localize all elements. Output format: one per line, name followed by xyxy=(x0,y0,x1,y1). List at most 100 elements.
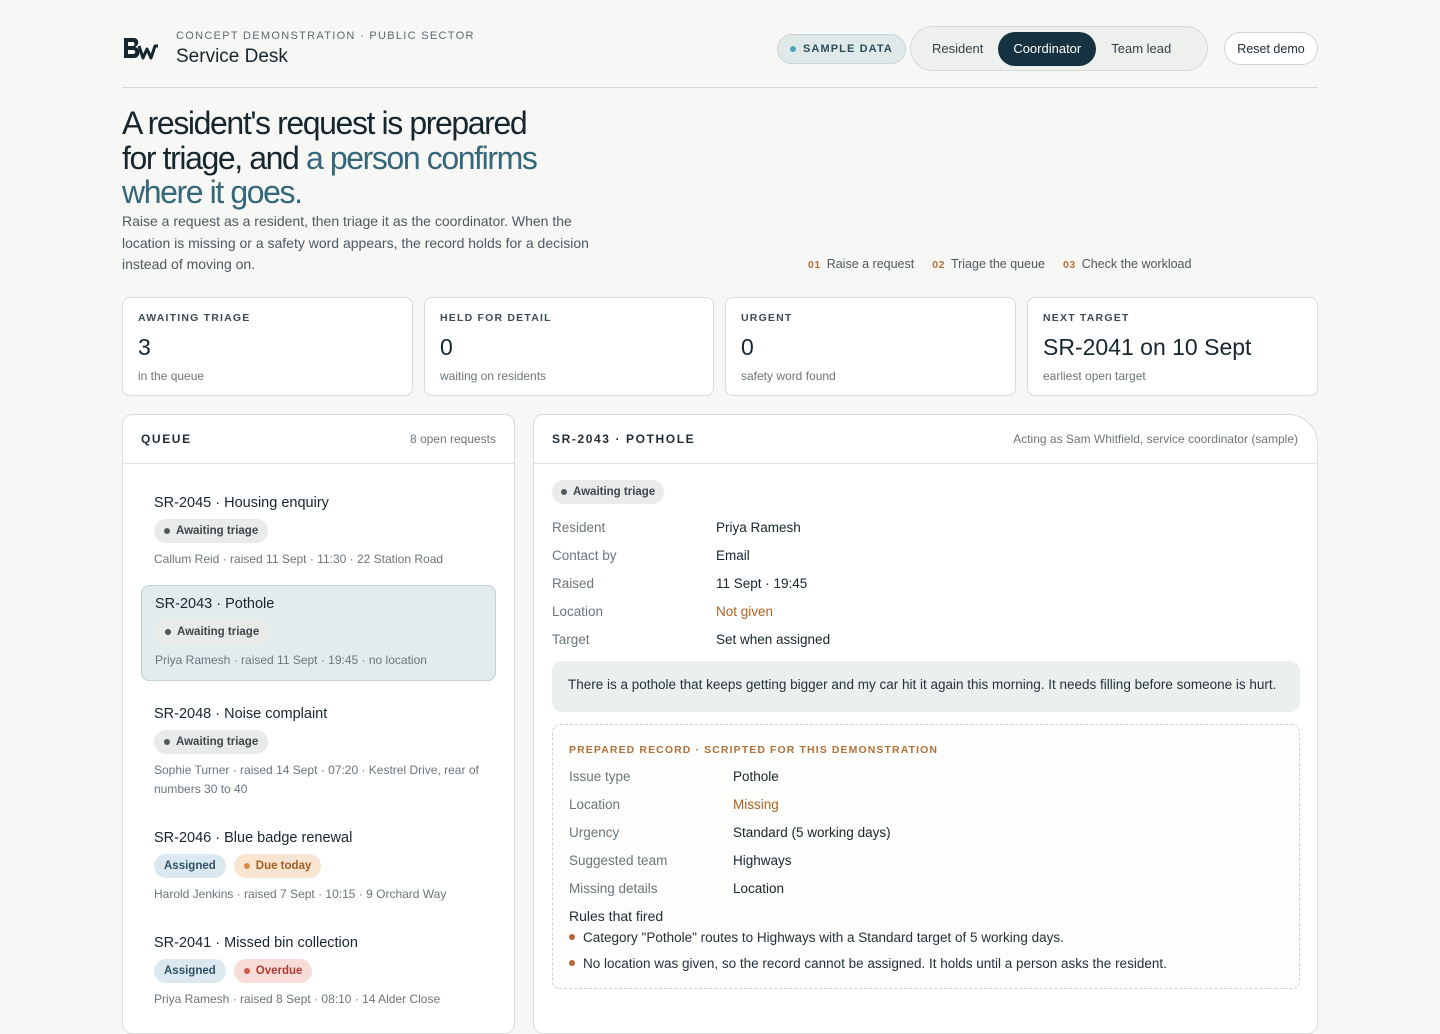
role-coordinator-button[interactable]: Coordinator xyxy=(998,31,1097,66)
field-value: 11 Sept · 19:45 xyxy=(716,575,808,591)
step-label: Triage the queue xyxy=(950,257,1045,271)
stat-value: 0 xyxy=(741,334,754,360)
field-missing-details: Missing details Location xyxy=(569,874,1283,902)
step-triage-queue[interactable]: 02 Triage the queue xyxy=(932,257,1045,271)
request-fields: Resident Priya Ramesh Contact by Email Rai… xyxy=(552,513,1300,653)
field-label: Raised xyxy=(552,575,595,591)
role-switcher: Resident Coordinator Team lead xyxy=(910,26,1208,71)
field-target: Target Set when assigned xyxy=(552,625,1300,653)
status-dot-icon xyxy=(164,739,170,745)
field-value: Location xyxy=(733,880,785,896)
rules-title: Rules that fired xyxy=(569,908,664,924)
step-raise-request[interactable]: 01 Raise a request xyxy=(808,257,914,271)
stat-urgent: URGENT 0 safety word found xyxy=(725,297,1016,396)
field-value: Pothole xyxy=(733,768,779,784)
field-label: Location xyxy=(552,603,604,619)
bullet-icon xyxy=(569,960,575,966)
queue-item-sr-2043[interactable]: SR-2043 · Pothole Awaiting triage Priya … xyxy=(141,585,496,681)
step-check-workload[interactable]: 03 Check the workload xyxy=(1063,257,1191,271)
field-value: Standard (5 working days) xyxy=(733,824,891,840)
queue-item-sr-2041[interactable]: SR-2041 · Missed bin collection Assigned… xyxy=(141,925,496,1019)
stat-label: NEXT TARGET xyxy=(1043,312,1130,324)
app-header: CONCEPT DEMONSTRATION · PUBLIC SECTOR Se… xyxy=(122,0,1318,88)
queue-item-title: SR-2043 · Pothole xyxy=(155,596,275,612)
queue-title: QUEUE xyxy=(141,432,192,446)
field-label: Contact by xyxy=(552,547,617,563)
sample-data-badge: SAMPLE DATA xyxy=(777,34,906,64)
stat-value: 3 xyxy=(138,334,151,360)
badge-label: Due today xyxy=(255,860,312,872)
field-label: Issue type xyxy=(569,768,631,784)
status-badge: Awaiting triage xyxy=(155,620,270,644)
status-dot-icon xyxy=(243,863,250,869)
step-number: 02 xyxy=(932,259,945,271)
status-dot-icon xyxy=(165,629,171,635)
due-today-badge: Due today xyxy=(233,854,322,878)
status-badge: Awaiting triage xyxy=(154,519,269,543)
badge-label: Assigned xyxy=(164,965,216,977)
stat-label: URGENT xyxy=(741,312,793,324)
queue-item-title: SR-2046 · Blue badge renewal xyxy=(154,830,353,846)
badge-label: Awaiting triage xyxy=(573,486,656,498)
status-dot-icon xyxy=(164,528,170,534)
rule-text: No location was given, so the record can… xyxy=(583,955,1167,971)
detail-title: SR-2043 · POTHOLE xyxy=(552,432,696,446)
bullet-icon xyxy=(569,934,575,940)
rule-item: Category "Pothole" routes to Highways wi… xyxy=(569,924,1283,950)
stat-sub: waiting on residents xyxy=(440,369,547,383)
queue-item-sr-2045[interactable]: SR-2045 · Housing enquiry Awaiting triag… xyxy=(141,485,496,579)
stat-awaiting-triage: AWAITING TRIAGE 3 in the queue xyxy=(122,297,413,396)
stat-next-target: NEXT TARGET SR-2041 on 10 Sept earliest … xyxy=(1027,297,1318,396)
role-team-lead-button[interactable]: Team lead xyxy=(1096,32,1186,66)
stat-label: AWAITING TRIAGE xyxy=(138,312,251,324)
request-detail-panel: SR-2043 · POTHOLE Acting as Sam Whitfiel… xyxy=(533,414,1318,1034)
badge-label: Awaiting triage xyxy=(176,736,259,748)
field-resident: Resident Priya Ramesh xyxy=(552,513,1300,541)
badge-label: Awaiting triage xyxy=(176,525,259,537)
status-dot-icon xyxy=(790,46,796,52)
queue-item-meta: Sophie Turner · raised 14 Sept · 07:20 ·… xyxy=(154,763,479,796)
field-issue-type: Issue type Pothole xyxy=(569,762,1283,790)
stat-held-for-detail: HELD FOR DETAIL 0 waiting on residents xyxy=(424,297,714,396)
field-label: Resident xyxy=(552,519,606,535)
assigned-badge: Assigned xyxy=(154,959,226,983)
app-title: Service Desk xyxy=(176,46,288,67)
prepared-record-heading: PREPARED RECORD · SCRIPTED FOR THIS DEMO… xyxy=(569,744,939,756)
field-value: Set when assigned xyxy=(716,631,831,647)
badge-label: Overdue xyxy=(255,965,303,977)
queue-item-sr-2048[interactable]: SR-2048 · Noise complaint Awaiting triag… xyxy=(141,696,496,809)
field-suggested-team: Suggested team Highways xyxy=(569,846,1283,874)
bw-logo xyxy=(124,38,158,60)
badge-label: Assigned xyxy=(164,860,216,872)
role-resident-button[interactable]: Resident xyxy=(917,32,998,66)
queue-item-title: SR-2048 · Noise complaint xyxy=(154,706,328,722)
field-value: Email xyxy=(716,547,750,563)
field-raised: Raised 11 Sept · 19:45 xyxy=(552,569,1300,597)
stat-label: HELD FOR DETAIL xyxy=(440,312,552,324)
queue-count: 8 open requests xyxy=(409,432,496,446)
stat-value: SR-2041 on 10 Sept xyxy=(1043,334,1252,360)
queue-item-sr-2046[interactable]: SR-2046 · Blue badge renewal Assigned Du… xyxy=(141,820,496,914)
field-label: Location xyxy=(569,796,621,812)
field-value: Highways xyxy=(733,852,792,868)
step-label: Check the workload xyxy=(1081,257,1192,271)
badge-label: Awaiting triage xyxy=(177,626,260,638)
queue-item-meta: Harold Jenkins · raised 7 Sept · 10:15 ·… xyxy=(154,887,447,901)
rule-text: Category "Pothole" routes to Highways wi… xyxy=(583,929,1064,945)
steps-nav: 01 Raise a request 02 Triage the queue 03 C… xyxy=(808,257,1191,271)
hero-description: Raise a request as a resident, then tria… xyxy=(122,213,589,272)
step-number: 01 xyxy=(808,259,821,271)
overdue-badge: Overdue xyxy=(233,959,313,983)
field-location: Location Not given xyxy=(552,597,1300,625)
hero-title: A resident's request is prepared for tri… xyxy=(122,106,562,210)
step-label: Raise a request xyxy=(826,257,915,271)
queue-item-title: SR-2045 · Housing enquiry xyxy=(154,495,329,511)
prepared-record: PREPARED RECORD · SCRIPTED FOR THIS DEMO… xyxy=(552,724,1300,989)
reset-demo-button[interactable]: Reset demo xyxy=(1224,32,1318,65)
queue-panel: QUEUE 8 open requests SR-2045 · Housing … xyxy=(122,414,515,1034)
header-eyebrow: CONCEPT DEMONSTRATION · PUBLIC SECTOR xyxy=(176,30,475,42)
stat-value: 0 xyxy=(440,334,453,360)
stat-sub: in the queue xyxy=(138,369,205,383)
detail-header: SR-2043 · POTHOLE Acting as Sam Whitfiel… xyxy=(534,415,1317,464)
field-value: Priya Ramesh xyxy=(716,519,801,535)
